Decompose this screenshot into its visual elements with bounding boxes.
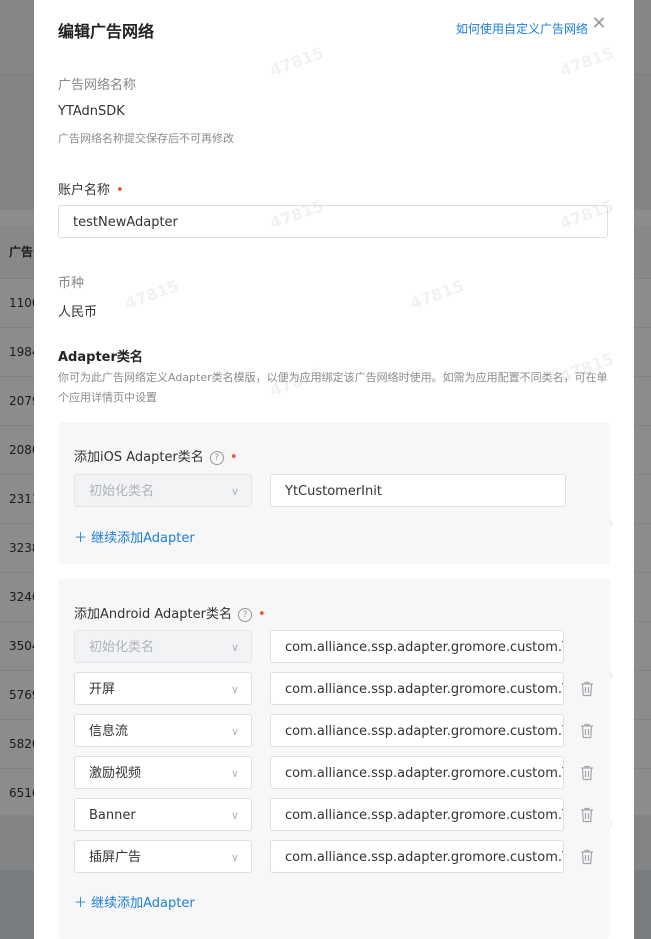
watermark: 47815 bbox=[267, 43, 327, 80]
android-type-select[interactable]: 信息流 ∨ bbox=[74, 714, 252, 747]
android-class-input[interactable]: com.alliance.ssp.adapter.gromore.custom.… bbox=[270, 672, 564, 705]
android-class-input[interactable]: com.alliance.ssp.adapter.gromore.custom.… bbox=[270, 714, 564, 747]
help-link[interactable]: 如何使用自定义广告网络 bbox=[456, 20, 588, 37]
android-add-adapter-button[interactable]: ＋ 继续添加Adapter bbox=[74, 892, 195, 911]
ios-panel-title-text: 添加iOS Adapter类名 bbox=[74, 450, 204, 465]
android-class-input[interactable]: com.alliance.ssp.adapter.gromore.custom.… bbox=[270, 840, 564, 873]
android-type-select[interactable]: 激励视频 ∨ bbox=[74, 756, 252, 789]
network-name-hint: 广告网络名称提交保存后不可再修改 bbox=[58, 132, 234, 145]
ios-type-select: 初始化类名 ∨ bbox=[74, 474, 252, 507]
trash-icon[interactable] bbox=[580, 849, 594, 865]
adapter-section-title: Adapter类名 bbox=[58, 350, 143, 365]
required-mark: • bbox=[229, 450, 238, 465]
account-name-input[interactable]: testNewAdapter bbox=[58, 205, 608, 238]
android-class-input[interactable]: com.alliance.ssp.adapter.gromore.custom.… bbox=[270, 756, 564, 789]
android-type-select: 初始化类名 ∨ bbox=[74, 630, 252, 663]
android-class-input[interactable]: com.alliance.ssp.adapter.gromore.custom.… bbox=[270, 630, 564, 663]
chevron-down-icon: ∨ bbox=[230, 683, 239, 696]
android-class-input[interactable]: com.alliance.ssp.adapter.gromore.custom.… bbox=[270, 798, 564, 831]
chevron-down-icon: ∨ bbox=[230, 485, 239, 498]
select-value: 初始化类名 bbox=[89, 640, 155, 655]
trash-icon[interactable] bbox=[580, 681, 594, 697]
chevron-down-icon: ∨ bbox=[230, 725, 239, 738]
trash-icon[interactable] bbox=[580, 765, 594, 781]
account-label: 账户名称 • bbox=[58, 179, 124, 198]
help-circle-icon[interactable]: ? bbox=[237, 608, 252, 622]
android-type-select[interactable]: 开屏 ∨ bbox=[74, 672, 252, 705]
trash-icon[interactable] bbox=[580, 723, 594, 739]
watermark: 47815 bbox=[407, 276, 467, 313]
android-type-select[interactable]: 插屏广告 ∨ bbox=[74, 840, 252, 873]
currency-value: 人民币 bbox=[58, 305, 98, 320]
android-panel-title-text: 添加Android Adapter类名 bbox=[74, 607, 232, 622]
ios-add-adapter-button[interactable]: ＋ 继续添加Adapter bbox=[74, 527, 195, 546]
ios-class-input[interactable]: YtCustomerInit bbox=[270, 474, 566, 507]
required-mark: • bbox=[116, 183, 124, 198]
account-label-text: 账户名称 bbox=[58, 183, 111, 198]
watermark: 47815 bbox=[122, 276, 182, 313]
currency-label: 币种 bbox=[58, 276, 85, 291]
adapter-description: 你可为此广告网络定义Adapter类名模版，以便为应用绑定该广告网络时使用。如需… bbox=[58, 371, 608, 404]
ios-adapter-panel: 添加iOS Adapter类名? • 初始化类名 ∨ YtCustomerInit ＋… bbox=[58, 422, 610, 564]
select-value: 初始化类名 bbox=[89, 484, 155, 499]
android-adapter-panel: 添加Android Adapter类名? • 初始化类名 ∨ com.alliance… bbox=[58, 579, 610, 939]
drawer-title: 编辑广告网络 bbox=[58, 22, 155, 41]
close-icon[interactable]: ✕ bbox=[590, 15, 608, 33]
chevron-down-icon: ∨ bbox=[230, 809, 239, 822]
select-value: 插屏广告 bbox=[89, 850, 142, 865]
edit-network-drawer: 47815 47815 47815 47815 47815 47815 47815 47815… bbox=[34, 0, 634, 939]
chevron-down-icon: ∨ bbox=[230, 851, 239, 864]
select-value: 开屏 bbox=[89, 682, 116, 697]
select-value: 激励视频 bbox=[89, 766, 142, 781]
help-circle-icon[interactable]: ? bbox=[209, 451, 224, 465]
required-mark: • bbox=[257, 607, 266, 622]
chevron-down-icon: ∨ bbox=[230, 641, 239, 654]
ios-panel-title: 添加iOS Adapter类名? • bbox=[74, 446, 237, 465]
network-name-label: 广告网络名称 bbox=[58, 78, 137, 93]
select-value: Banner bbox=[89, 808, 136, 823]
network-name-value: YTAdnSDK bbox=[58, 104, 125, 119]
select-value: 信息流 bbox=[89, 724, 129, 739]
android-type-select[interactable]: Banner ∨ bbox=[74, 798, 252, 831]
chevron-down-icon: ∨ bbox=[230, 767, 239, 780]
android-panel-title: 添加Android Adapter类名? • bbox=[74, 603, 266, 622]
trash-icon[interactable] bbox=[580, 807, 594, 823]
watermark: 47815 bbox=[557, 43, 617, 80]
